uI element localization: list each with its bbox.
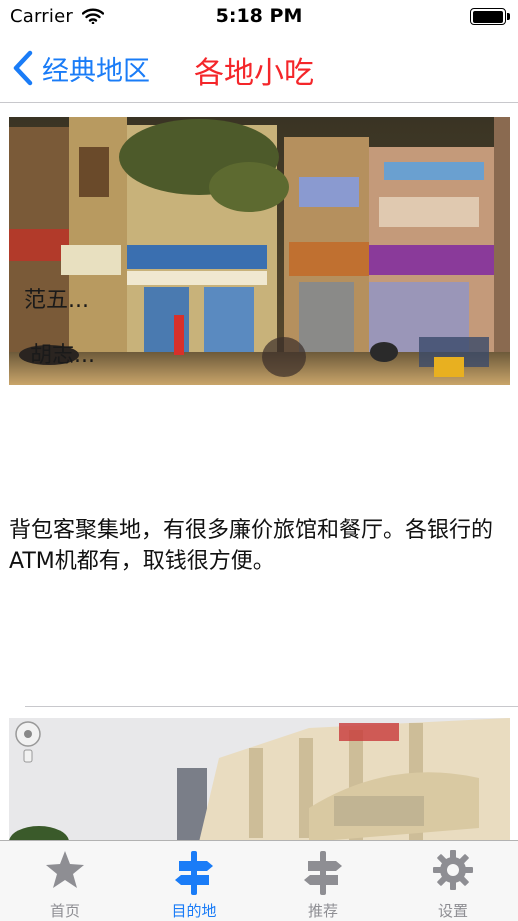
gear-icon [433,850,473,890]
battery-icon [470,8,510,25]
clock: 5:18 PM [215,5,303,27]
photo-overlay-label: 胡志... [30,343,95,368]
signpost-icon [304,851,342,895]
tab-bar: 首页 目的地 推荐 设置 [0,840,518,921]
star-icon [46,851,84,888]
status-bar: Carrier 5:18 PM [0,0,518,34]
photo-overlay-label: 范五... [24,288,89,313]
tab-settings[interactable]: 设置 [388,841,518,921]
back-button-label: 经典地区 [42,55,150,87]
chevron-left-icon [13,50,33,86]
back-button[interactable]: 经典地区 [12,46,150,90]
divider [25,706,518,707]
tab-destination[interactable]: 目的地 [129,841,259,921]
hotel-photo [9,718,510,842]
tab-label: 目的地 [171,902,217,920]
tab-label: 设置 [437,902,468,920]
tab-label: 推荐 [307,902,338,920]
signpost-icon [175,851,213,895]
compass-icon[interactable] [13,720,43,764]
tab-recommend[interactable]: 推荐 [258,841,388,921]
navigation-bar: 经典地区 各地小吃 [0,34,518,103]
tab-label: 首页 [49,902,80,920]
description-text: 背包客聚集地，有很多廉价旅馆和餐厅。各银行的ATM机都有，取钱很方便。 [9,518,494,574]
tab-home[interactable]: 首页 [0,841,130,921]
page-title: 各地小吃 [194,56,314,91]
